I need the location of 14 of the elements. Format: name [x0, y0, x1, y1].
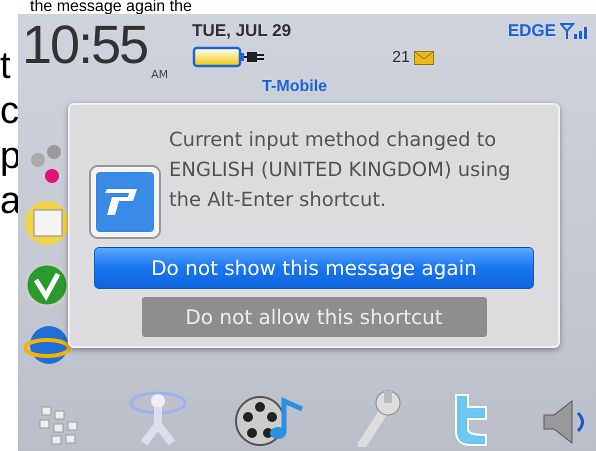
- message-count: 21: [392, 48, 410, 68]
- date-text: TUE, JUL 29: [192, 20, 292, 42]
- dialog-button[interactable]: Do not show this message again: [94, 247, 534, 289]
- clock-time: 10:55: [22, 18, 148, 72]
- carrier-name: T-Mobile: [262, 78, 328, 94]
- overlay-letter: t: [0, 44, 12, 89]
- dialog-message: Current input method changed to ENGLISH (UNITED KINGDOM) using the Alt-Enter shortcut.: [169, 127, 512, 213]
- overlay-letter: c: [0, 89, 18, 134]
- film-reel-music-icon: [234, 393, 306, 447]
- check-mark-icon: [24, 262, 70, 308]
- signal-icon: [560, 22, 590, 40]
- clock-meridiem: AM: [151, 66, 168, 82]
- network-type: EDGE: [508, 20, 556, 42]
- overlay-letter: a: [0, 179, 18, 224]
